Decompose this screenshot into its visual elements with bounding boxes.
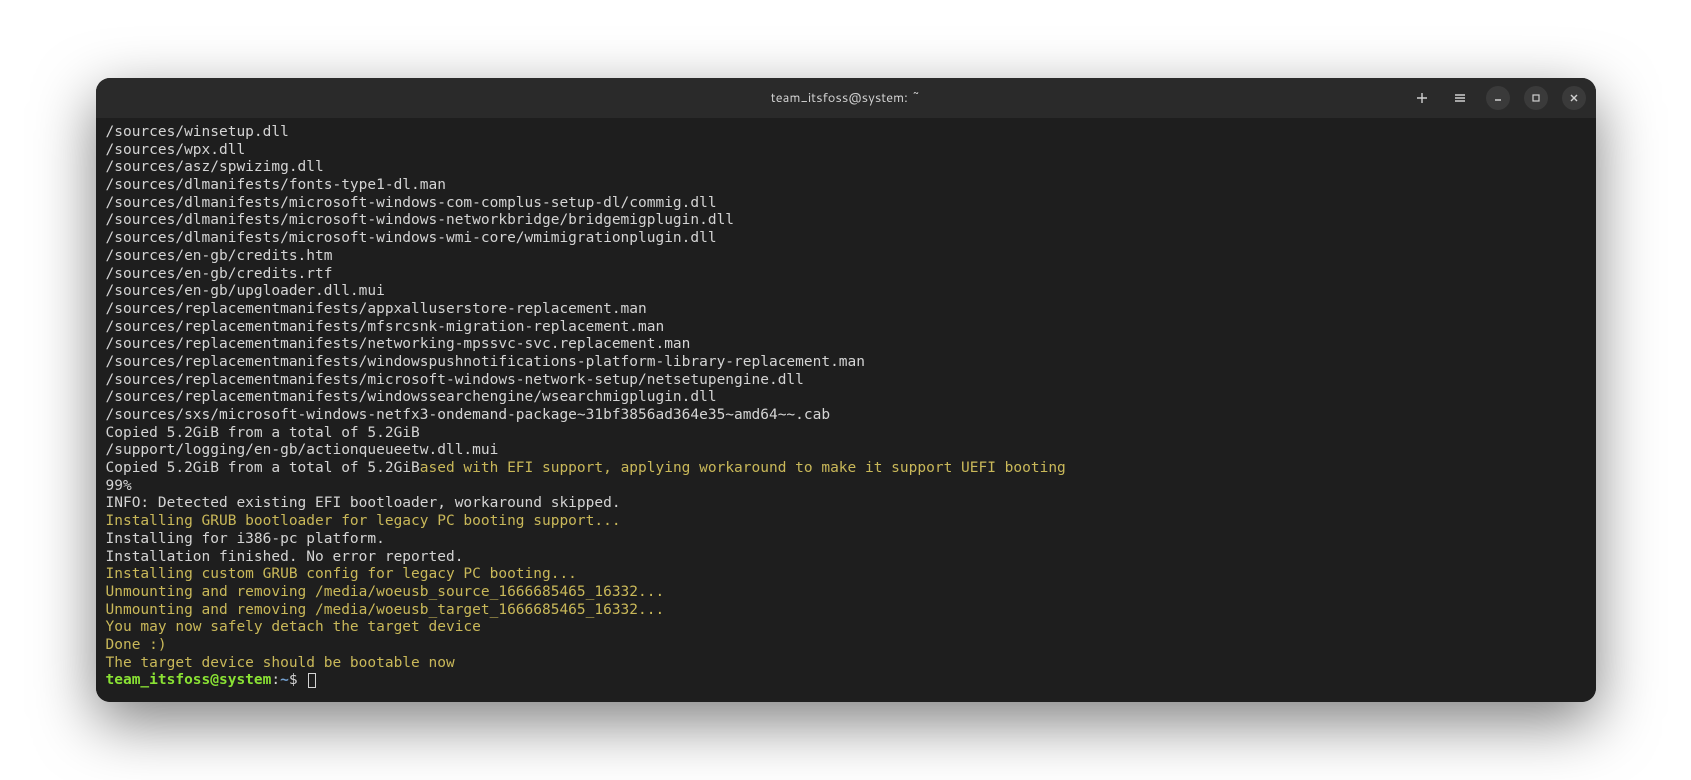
close-icon[interactable] <box>1562 86 1586 110</box>
prompt-separator: : <box>271 672 280 688</box>
terminal-line: 99% <box>106 478 1586 496</box>
terminal-line: /sources/en-gb/credits.htm <box>106 248 1586 266</box>
terminal-line: Installation finished. No error reported… <box>106 549 1586 567</box>
titlebar-controls <box>1410 86 1586 110</box>
maximize-icon[interactable] <box>1524 86 1548 110</box>
terminal-line: /support/logging/en-gb/actionqueueetw.dl… <box>106 442 1586 460</box>
terminal-line: /sources/dlmanifests/microsoft-windows-w… <box>106 230 1586 248</box>
terminal-line: /sources/replacementmanifests/windowspus… <box>106 354 1586 372</box>
minimize-icon[interactable] <box>1486 86 1510 110</box>
terminal-line: /sources/en-gb/credits.rtf <box>106 266 1586 284</box>
menu-icon[interactable] <box>1448 86 1472 110</box>
terminal-line: /sources/dlmanifests/microsoft-windows-c… <box>106 195 1586 213</box>
terminal-output[interactable]: /sources/winsetup.dll/sources/wpx.dll/so… <box>96 118 1596 702</box>
terminal-line: Installing for i386-pc platform. <box>106 531 1586 549</box>
terminal-line: You may now safely detach the target dev… <box>106 619 1586 637</box>
terminal-line: Done :) <box>106 637 1586 655</box>
terminal-line: The target device should be bootable now <box>106 655 1586 673</box>
terminal-line: /sources/replacementmanifests/networking… <box>106 336 1586 354</box>
prompt-symbol: $ <box>289 672 306 688</box>
prompt-path: ~ <box>280 672 289 688</box>
terminal-line: /sources/replacementmanifests/microsoft-… <box>106 372 1586 390</box>
terminal-line: /sources/sxs/microsoft-windows-netfx3-on… <box>106 407 1586 425</box>
terminal-window: team_itsfoss@system: ~ /sources/winsetup… <box>96 78 1596 702</box>
terminal-line: /sources/winsetup.dll <box>106 124 1586 142</box>
terminal-line: Copied 5.2GiB from a total of 5.2GiBased… <box>106 460 1586 478</box>
window-title: team_itsfoss@system: ~ <box>771 89 921 107</box>
terminal-line: Unmounting and removing /media/woeusb_so… <box>106 584 1586 602</box>
terminal-line: Installing custom GRUB config for legacy… <box>106 566 1586 584</box>
terminal-line: /sources/replacementmanifests/windowssea… <box>106 389 1586 407</box>
terminal-line: /sources/wpx.dll <box>106 142 1586 160</box>
terminal-line: /sources/dlmanifests/microsoft-windows-n… <box>106 212 1586 230</box>
prompt-line[interactable]: team_itsfoss@system:~$ <box>106 672 1586 690</box>
prompt-user-host: team_itsfoss@system <box>106 672 272 688</box>
terminal-line: Installing GRUB bootloader for legacy PC… <box>106 513 1586 531</box>
terminal-line: /sources/replacementmanifests/appxalluse… <box>106 301 1586 319</box>
terminal-line: Copied 5.2GiB from a total of 5.2GiB <box>106 425 1586 443</box>
titlebar: team_itsfoss@system: ~ <box>96 78 1596 118</box>
new-tab-icon[interactable] <box>1410 86 1434 110</box>
terminal-line: /sources/dlmanifests/fonts-type1-dl.man <box>106 177 1586 195</box>
terminal-line: /sources/asz/spwizimg.dll <box>106 159 1586 177</box>
terminal-line: INFO: Detected existing EFI bootloader, … <box>106 495 1586 513</box>
terminal-line: /sources/replacementmanifests/mfsrcsnk-m… <box>106 319 1586 337</box>
terminal-line: /sources/en-gb/upgloader.dll.mui <box>106 283 1586 301</box>
cursor <box>308 673 316 688</box>
terminal-line: Unmounting and removing /media/woeusb_ta… <box>106 602 1586 620</box>
